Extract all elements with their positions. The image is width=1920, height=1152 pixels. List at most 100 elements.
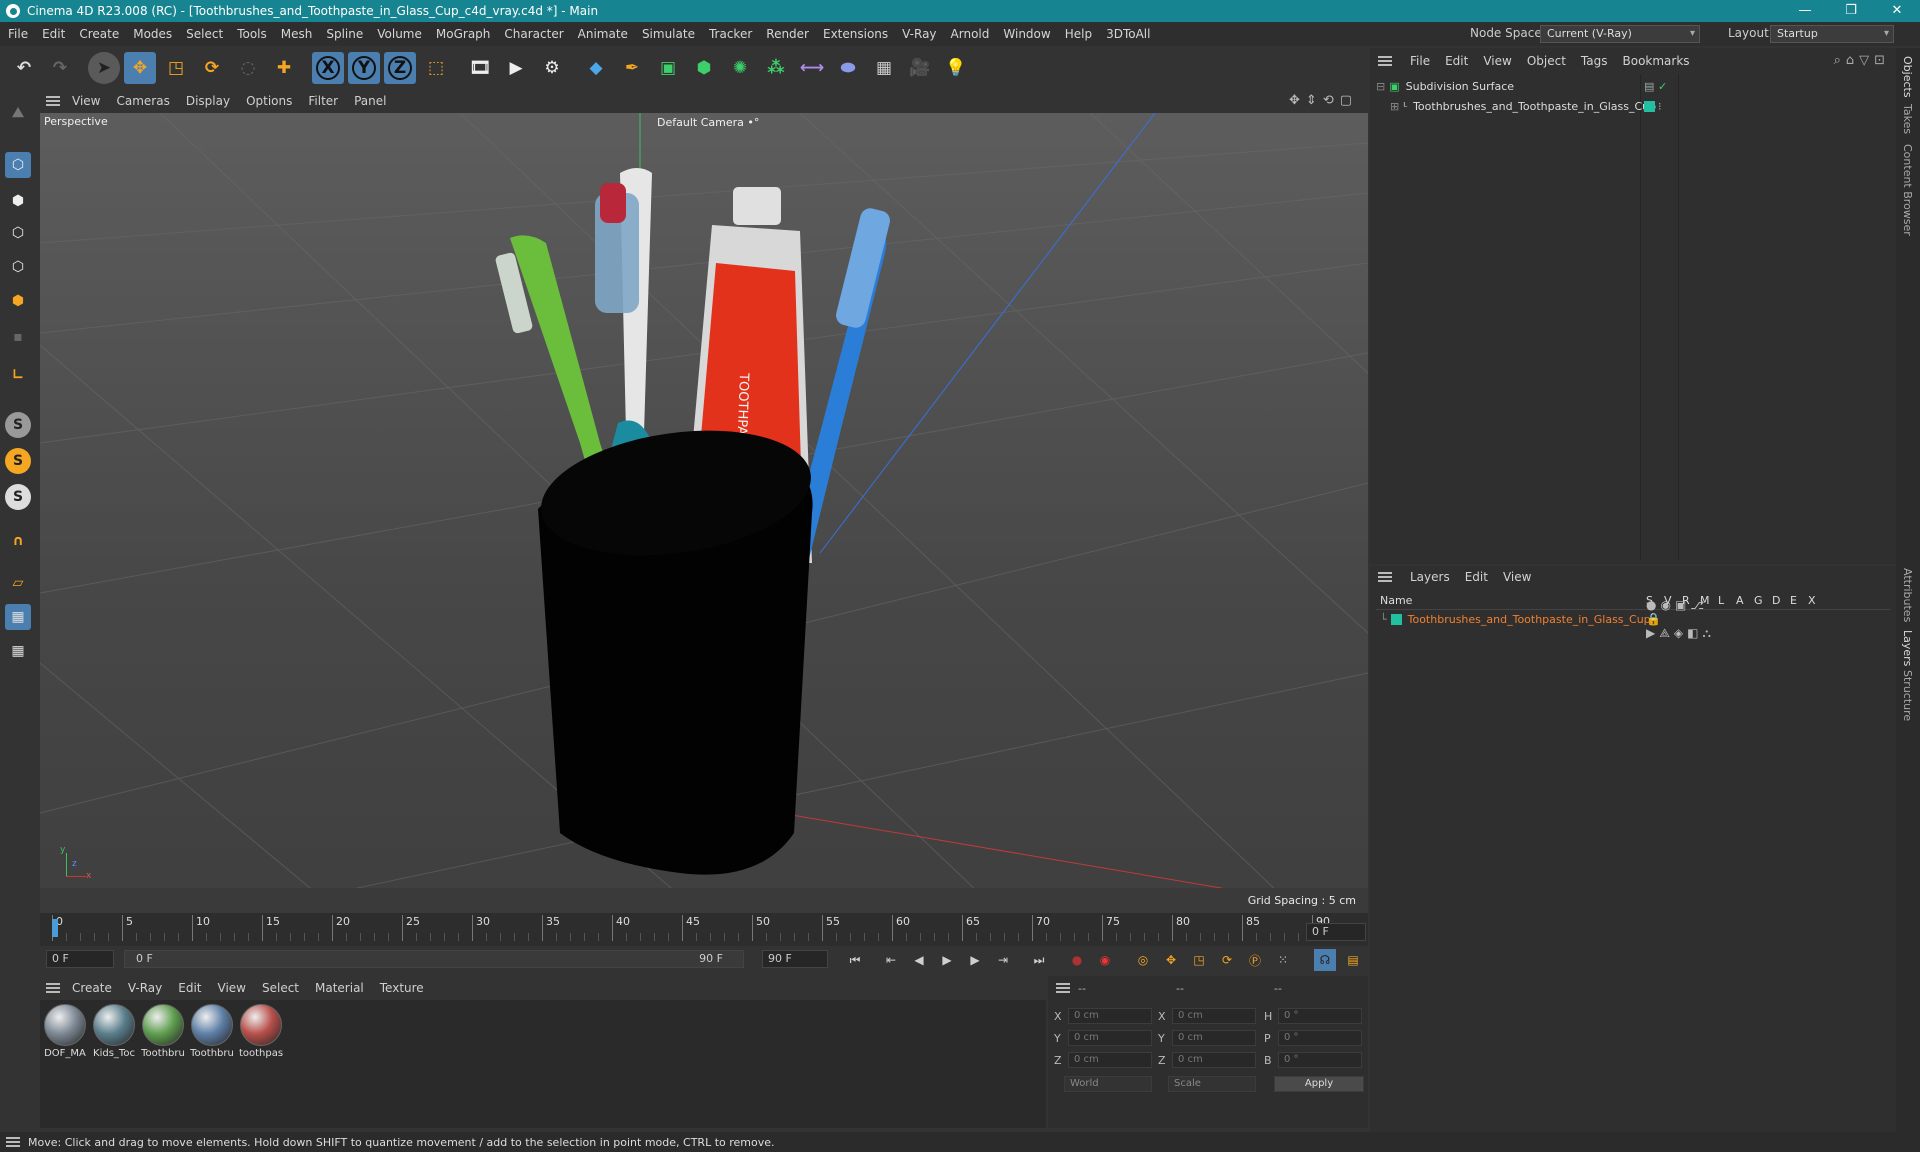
material-menu-select[interactable]: Select	[262, 981, 299, 995]
uv-mode-icon[interactable]: ▪	[5, 324, 31, 350]
object-search-icons[interactable]: ⌕⌂▽⊡	[1834, 53, 1890, 68]
close-button[interactable]: ✕	[1874, 0, 1920, 22]
menu-simulate[interactable]: Simulate	[642, 27, 695, 41]
menu-create[interactable]: Create	[79, 27, 119, 41]
menu-vray[interactable]: V-Ray	[902, 27, 936, 41]
goto-start-icon[interactable]: ⏮	[844, 949, 866, 971]
undo-icon[interactable]: ↶	[8, 52, 40, 84]
size-y-field[interactable]: 0 cm	[1172, 1030, 1256, 1046]
material-menu-view[interactable]: View	[218, 981, 246, 995]
menu-render[interactable]: Render	[766, 27, 809, 41]
tab-attributes[interactable]: Attributes	[1901, 568, 1914, 622]
object-menu-bookmarks[interactable]: Bookmarks	[1623, 54, 1690, 68]
grid-icon[interactable]: ▦	[5, 604, 31, 630]
menu-tools[interactable]: Tools	[237, 27, 267, 41]
prev-frame-icon[interactable]: ◀	[908, 949, 930, 971]
key-param-icon[interactable]: Ⓟ	[1244, 949, 1266, 971]
create-object-icon[interactable]: ✚	[268, 52, 300, 84]
layer-color-swatch[interactable]	[1390, 613, 1402, 625]
coords-menu-icon[interactable]	[1056, 983, 1070, 993]
tab-content-browser[interactable]: Content Browser	[1901, 144, 1914, 236]
live-select-icon[interactable]: ➤	[88, 52, 120, 84]
object-menu-tags[interactable]: Tags	[1581, 54, 1608, 68]
layer-row[interactable]: └ Toothbrushes_and_Toothpaste_in_Glass_C…	[1380, 598, 1711, 640]
camera-icon[interactable]: 🎥	[904, 52, 936, 84]
field-icon[interactable]: ⬬	[832, 52, 864, 84]
timeline-icon[interactable]: ▤	[1342, 949, 1364, 971]
motion-system-icon[interactable]: ☊	[1314, 949, 1336, 971]
material-menu-icon[interactable]	[46, 983, 60, 993]
snap-settings-icon[interactable]: S	[5, 448, 31, 474]
layer-toggle-icons[interactable]: ●◉▣⎇🔒▶⟁◈◧⛬	[1646, 598, 1715, 641]
array-icon[interactable]: ⁂	[760, 52, 792, 84]
next-key-icon[interactable]: ⇥	[992, 949, 1014, 971]
play-icon[interactable]: ▶	[936, 949, 958, 971]
object-row-model[interactable]: ⊞ ᴸ Toothbrushes_and_Toothpaste_in_Glass…	[1390, 97, 1662, 115]
start-frame-field[interactable]: 0 F	[46, 950, 114, 968]
texture-mode-icon[interactable]: ⬢	[5, 188, 31, 214]
viewport-camera-label[interactable]: Default Camera •°	[657, 116, 759, 129]
prev-key-icon[interactable]: ⇤	[880, 949, 902, 971]
rotation-b-field[interactable]: 0 °	[1278, 1052, 1362, 1068]
menu-mesh[interactable]: Mesh	[281, 27, 313, 41]
position-z-field[interactable]: 0 cm	[1068, 1052, 1152, 1068]
render-picture-viewer-icon[interactable]: ▶	[500, 52, 532, 84]
locked-workplane-icon[interactable]: ▦	[5, 638, 31, 664]
key-pla-icon[interactable]: ⁙	[1272, 949, 1294, 971]
tab-structure[interactable]: Structure	[1901, 670, 1914, 721]
menu-modes[interactable]: Modes	[133, 27, 172, 41]
menu-3dtoall[interactable]: 3DToAll	[1106, 27, 1150, 41]
coordinate-system-icon[interactable]: ⬚	[420, 52, 452, 84]
rotate-icon[interactable]: ⟳	[196, 52, 228, 84]
deformer-icon[interactable]: ⟷	[796, 52, 828, 84]
menu-file[interactable]: File	[8, 27, 28, 41]
menu-window[interactable]: Window	[1003, 27, 1050, 41]
glass-cup[interactable]	[533, 415, 819, 875]
scale-icon[interactable]: ◳	[160, 52, 192, 84]
material-swatch[interactable]: Toothbru	[140, 1004, 186, 1059]
tab-objects[interactable]: Objects	[1901, 56, 1914, 98]
status-menu-icon[interactable]	[6, 1137, 20, 1147]
key-rotation-icon[interactable]: ⟳	[1216, 949, 1238, 971]
menu-volume[interactable]: Volume	[377, 27, 422, 41]
tab-takes[interactable]: Takes	[1901, 104, 1914, 134]
viewport-nav-icons[interactable]: ✥⇕⟲▢	[1289, 93, 1358, 108]
material-menu-vray[interactable]: V-Ray	[128, 981, 162, 995]
cube-icon[interactable]: ◆	[580, 52, 612, 84]
menu-arnold[interactable]: Arnold	[951, 27, 990, 41]
pen-icon[interactable]: ✒	[616, 52, 648, 84]
tab-layers[interactable]: Layers	[1901, 630, 1914, 666]
material-menu-material[interactable]: Material	[315, 981, 364, 995]
layer-menu-edit[interactable]: Edit	[1465, 570, 1488, 584]
key-scale-icon[interactable]: ◳	[1188, 949, 1210, 971]
menu-extensions[interactable]: Extensions	[823, 27, 888, 41]
workplane-icon[interactable]: ▱	[5, 570, 31, 596]
floor-icon[interactable]: ▦	[868, 52, 900, 84]
node-space-select[interactable]: Current (V-Ray)	[1540, 25, 1700, 43]
viewport-menu-display[interactable]: Display	[186, 94, 230, 108]
object-visibility-icon[interactable]: ▤	[1644, 80, 1654, 93]
object-visibility-icon[interactable]: ⁝	[1658, 100, 1662, 113]
layer-menu-layers[interactable]: Layers	[1410, 570, 1450, 584]
record-disabled-icon[interactable]: ●	[1066, 949, 1088, 971]
rotation-h-field[interactable]: 0 °	[1278, 1008, 1362, 1024]
render-view-icon[interactable]: 🎞	[464, 52, 496, 84]
material-swatch[interactable]: Kids_Toc	[91, 1004, 137, 1059]
3d-viewport[interactable]: TOOTHPASTE Perspective Default Camera •°…	[40, 113, 1368, 913]
viewport-menu-filter[interactable]: Filter	[308, 94, 338, 108]
menu-character[interactable]: Character	[504, 27, 563, 41]
key-selection-icon[interactable]: ◎	[1132, 949, 1154, 971]
material-menu-texture[interactable]: Texture	[380, 981, 424, 995]
cloner-icon[interactable]: ✺	[724, 52, 756, 84]
rotation-p-field[interactable]: 0 °	[1278, 1030, 1362, 1046]
model-mode-icon[interactable]: ⛰	[5, 100, 31, 126]
material-swatch[interactable]: toothpas	[238, 1004, 284, 1059]
size-x-field[interactable]: 0 cm	[1172, 1008, 1256, 1024]
position-y-field[interactable]: 0 cm	[1068, 1030, 1152, 1046]
autokey-icon[interactable]: ◉	[1094, 949, 1116, 971]
next-frame-icon[interactable]: ▶	[964, 949, 986, 971]
light-icon[interactable]: 💡	[940, 52, 972, 84]
frame-range-slider[interactable]: 0 F 90 F	[124, 950, 744, 968]
material-menu-edit[interactable]: Edit	[178, 981, 201, 995]
render-settings-icon[interactable]: ⚙	[536, 52, 568, 84]
